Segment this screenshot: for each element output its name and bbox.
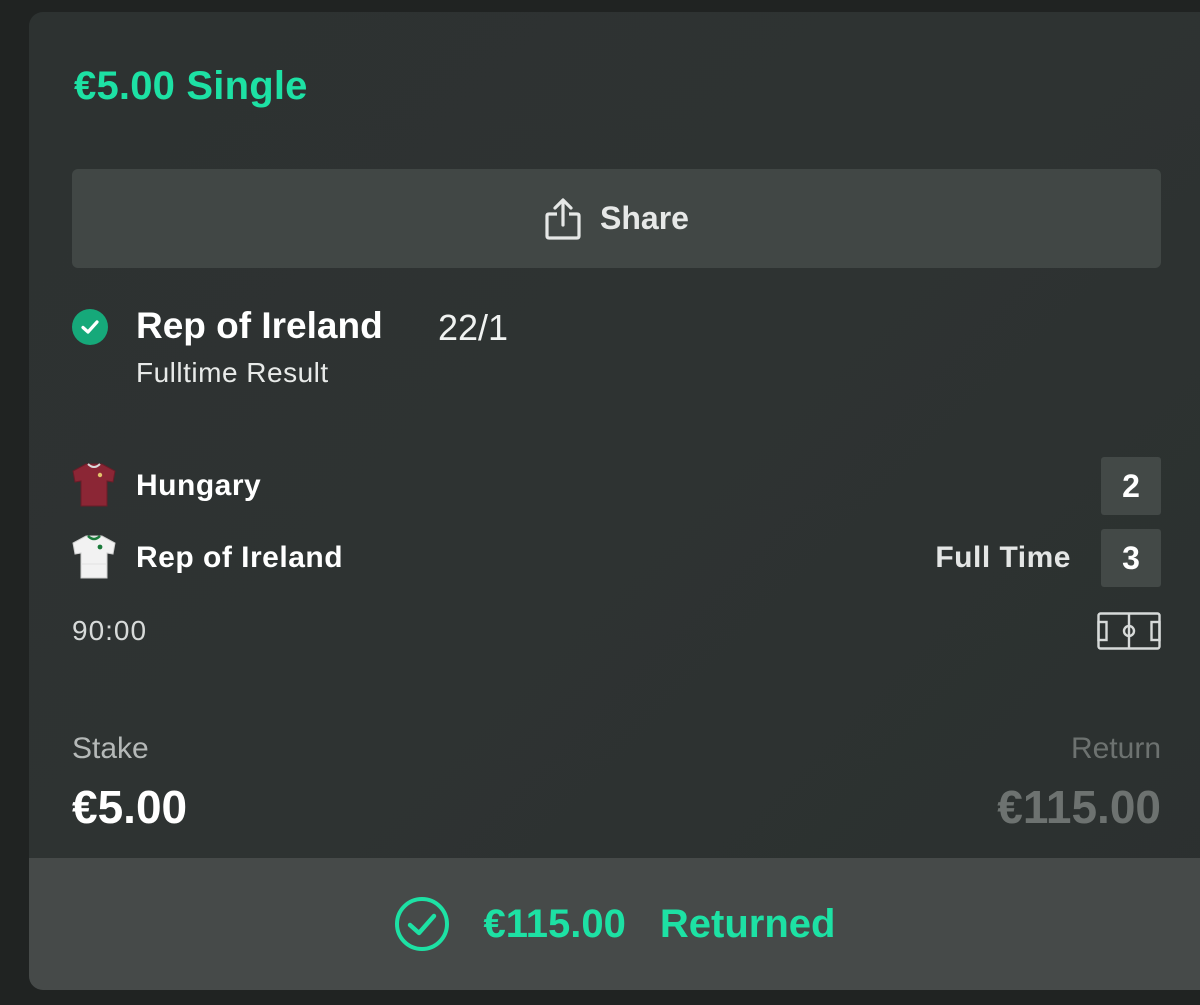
- pitch-icon[interactable]: [1097, 612, 1161, 650]
- returned-amount: €115.00: [483, 901, 626, 946]
- check-circle-icon: [72, 309, 108, 345]
- return-value: €115.00: [997, 781, 1161, 833]
- bet-card: €5.00 Single Share Rep of Ireland 22/1 F…: [29, 12, 1200, 990]
- selection-name: Rep of Ireland: [136, 305, 383, 346]
- home-team-name: Hungary: [136, 469, 262, 502]
- away-team-name: Rep of Ireland: [136, 541, 344, 574]
- returned-status: Returned: [659, 901, 836, 946]
- stake-label: Stake: [72, 732, 149, 765]
- away-score: 3: [1101, 529, 1161, 587]
- share-label: Share: [600, 200, 689, 236]
- match-clock: 90:00: [72, 615, 148, 646]
- home-score: 2: [1101, 457, 1161, 515]
- selection-odds: 22/1: [438, 307, 509, 348]
- stake-value: €5.00: [72, 781, 188, 833]
- bet-title: €5.00 Single: [74, 64, 308, 108]
- selection-market: Fulltime Result: [136, 357, 329, 388]
- away-kit-icon: [72, 535, 116, 579]
- match-status: Full Time: [935, 541, 1071, 574]
- share-icon: [545, 197, 581, 240]
- share-button[interactable]: Share: [72, 169, 1161, 268]
- home-team-row: Hungary 2: [69, 457, 1161, 517]
- away-team-row: Rep of Ireland Full Time 3: [69, 529, 1161, 589]
- home-kit-icon: [72, 463, 116, 507]
- check-circle-outline-icon: [394, 897, 449, 951]
- return-label: Return: [1070, 732, 1161, 765]
- returned-banner: €115.00 Returned: [29, 858, 1200, 990]
